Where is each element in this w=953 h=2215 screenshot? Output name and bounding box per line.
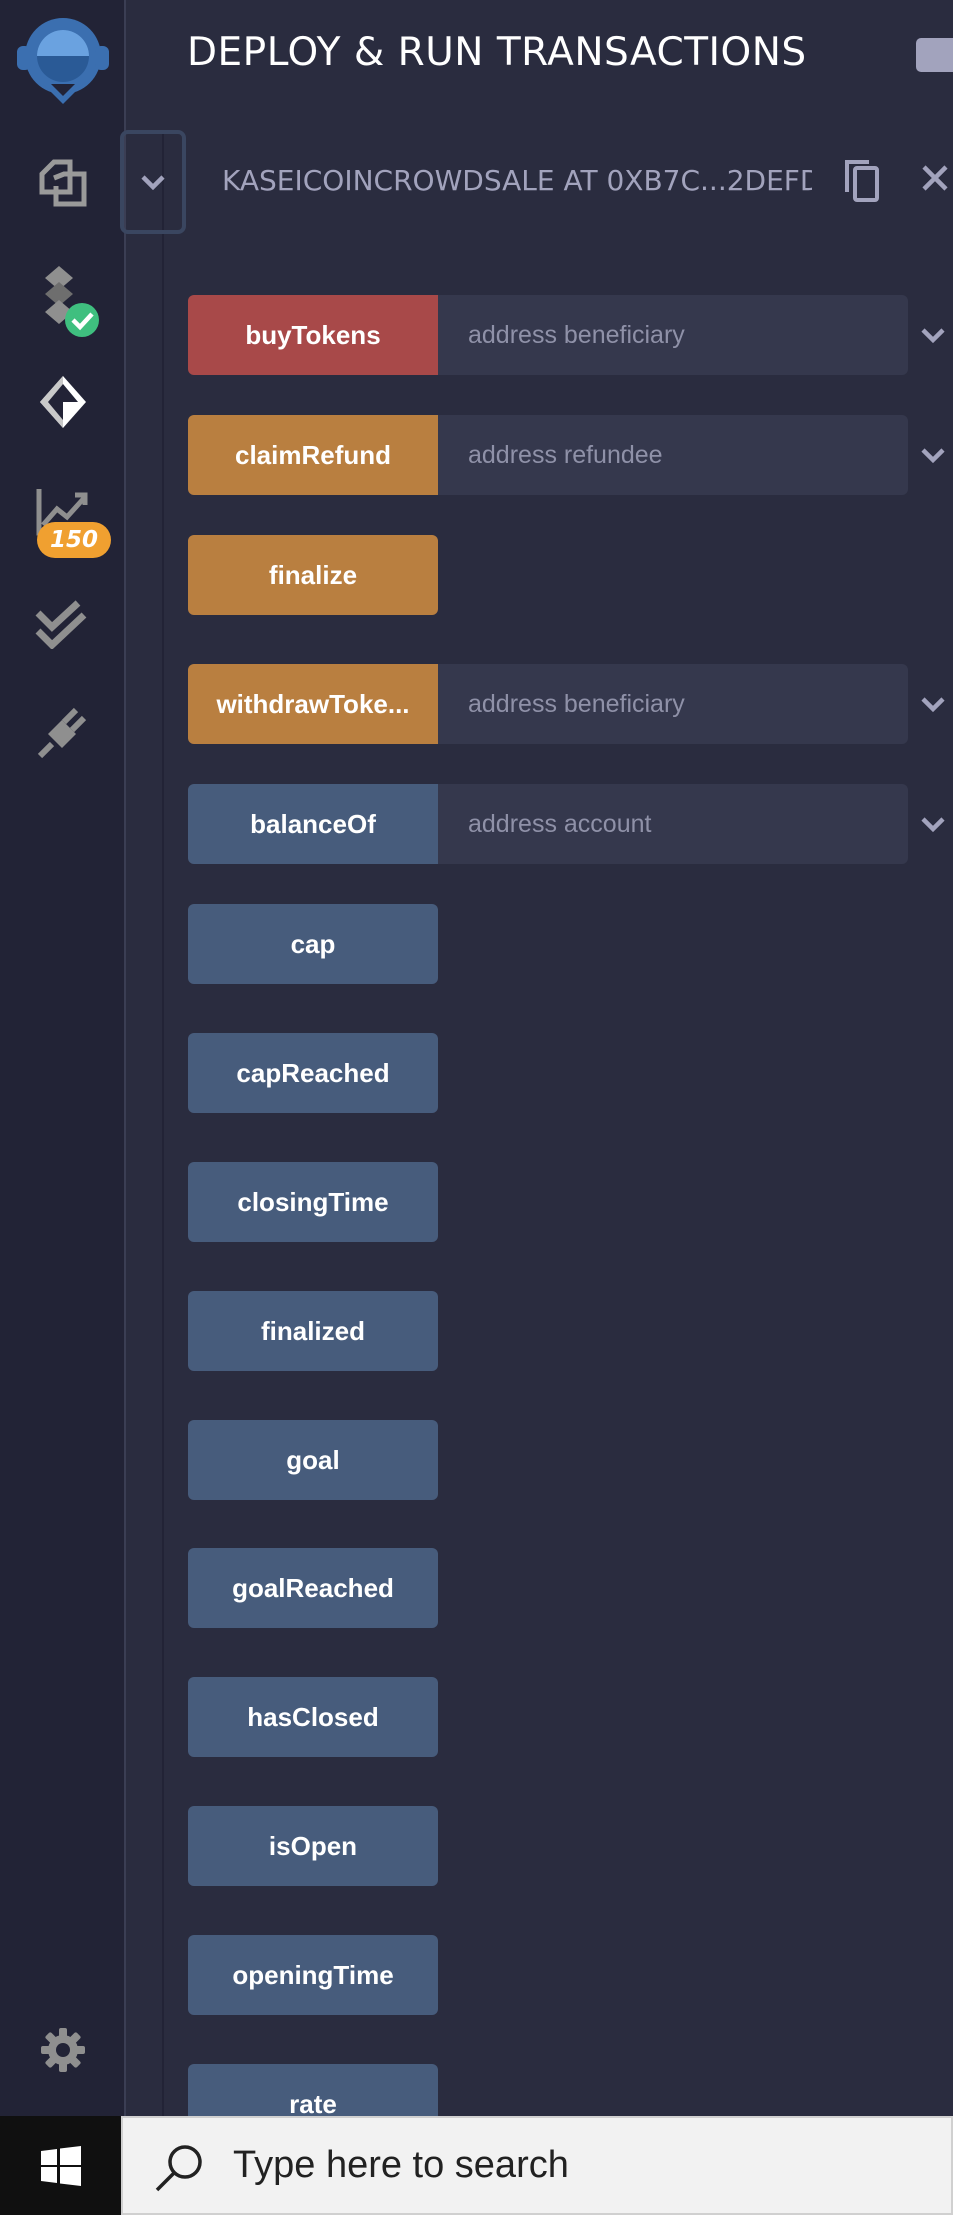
chevron-down-icon[interactable] xyxy=(918,321,948,351)
remix-logo-icon[interactable] xyxy=(0,12,126,108)
finalize-button[interactable]: finalize xyxy=(188,535,438,615)
windows-logo-icon xyxy=(40,2145,81,2186)
chevron-down-icon[interactable] xyxy=(918,690,948,720)
file-explorer-icon[interactable] xyxy=(0,150,126,216)
icon-sidebar: 150 xyxy=(0,0,126,2116)
isOpen-button[interactable]: isOpen xyxy=(188,1806,438,1886)
chevron-down-icon[interactable] xyxy=(918,810,948,840)
claimRefund-input[interactable] xyxy=(438,415,908,495)
buyTokens-input[interactable] xyxy=(438,295,908,375)
taskbar-search-box[interactable]: Type here to search xyxy=(121,2116,953,2215)
copy-icon[interactable] xyxy=(843,158,879,206)
balanceOf-button[interactable]: balanceOf xyxy=(188,784,438,864)
collapse-instance-button[interactable] xyxy=(120,130,186,234)
claimRefund-button[interactable]: claimRefund xyxy=(188,415,438,495)
buyTokens-button[interactable]: buyTokens xyxy=(188,295,438,375)
search-placeholder: Type here to search xyxy=(233,2144,569,2186)
hasClosed-button[interactable]: hasClosed xyxy=(188,1677,438,1757)
chevron-down-icon[interactable] xyxy=(918,441,948,471)
cap-button[interactable]: cap xyxy=(188,904,438,984)
balanceOf-input[interactable] xyxy=(438,784,908,864)
withdrawTokens-button[interactable]: withdrawToke... xyxy=(188,664,438,744)
plugin-manager-icon[interactable] xyxy=(0,702,126,762)
notification-badge: 150 xyxy=(37,522,111,558)
closingTime-button[interactable]: closingTime xyxy=(188,1162,438,1242)
search-icon xyxy=(155,2145,202,2192)
panel-title: DEPLOY & RUN TRANSACTIONS xyxy=(187,30,807,75)
openingTime-button[interactable]: openingTime xyxy=(188,1935,438,2015)
settings-icon[interactable] xyxy=(0,2020,126,2080)
taskbar: Type here to search xyxy=(0,2116,953,2215)
deploy-run-icon[interactable] xyxy=(0,372,126,432)
close-icon[interactable] xyxy=(920,163,950,197)
windows-start-button[interactable] xyxy=(0,2116,121,2215)
solidity-compiler-icon[interactable] xyxy=(0,264,126,340)
instance-title: KASEICOINCROWDSALE AT 0XB7C...2DEFD (I xyxy=(222,164,812,197)
documentation-icon[interactable] xyxy=(916,38,953,72)
unit-test-icon[interactable] xyxy=(0,594,126,654)
capReached-button[interactable]: capReached xyxy=(188,1033,438,1113)
goalReached-button[interactable]: goalReached xyxy=(188,1548,438,1628)
finalized-button[interactable]: finalized xyxy=(188,1291,438,1371)
goal-button[interactable]: goal xyxy=(188,1420,438,1500)
withdrawTokens-input[interactable] xyxy=(438,664,908,744)
chevron-down-icon xyxy=(141,175,165,190)
